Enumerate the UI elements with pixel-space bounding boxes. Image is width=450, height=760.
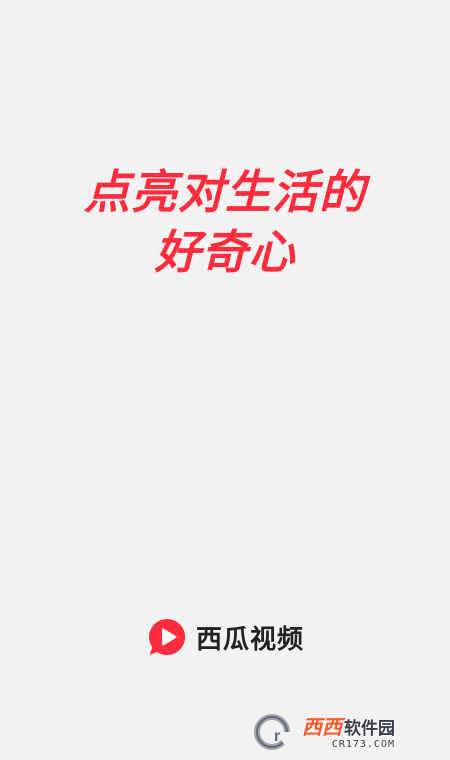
watermark-site: CR173.COM: [331, 738, 395, 750]
watermark-xixi: 西西: [302, 714, 342, 739]
watermark-label: 软件园: [344, 718, 395, 739]
slogan-line-2: 好奇心: [154, 225, 296, 279]
cr-badge-icon: r: [254, 714, 298, 750]
xigua-logo-icon: [148, 618, 186, 655]
brand-lockup: 西瓜视频: [0, 616, 450, 658]
watermark-text: 西西 软件园 CR173.COM: [302, 714, 395, 751]
brand-name: 西瓜视频: [195, 624, 304, 655]
watermark: r 西西 软件园 CR173.COM: [254, 712, 432, 752]
svg-text:r: r: [274, 728, 280, 745]
slogan-line-1: 点亮对生活的: [84, 165, 366, 219]
